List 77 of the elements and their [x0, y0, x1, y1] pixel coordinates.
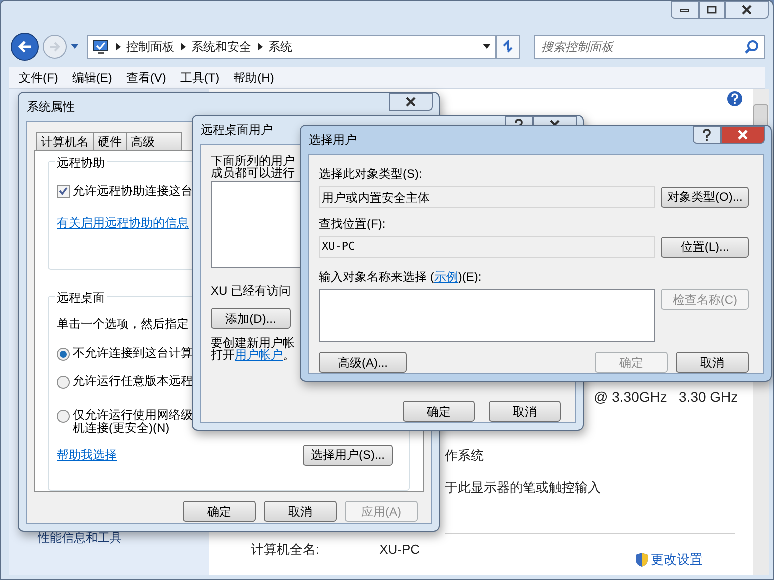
help-link[interactable]: 帮助我选择 [57, 446, 117, 464]
close-button[interactable] [389, 93, 433, 111]
address-bar[interactable]: 控制面板 系统和安全 系统 [86, 35, 496, 59]
search-field[interactable]: 搜索控制面板 [534, 35, 765, 59]
field-value: XU-PC [380, 540, 420, 558]
radio-label: 不允许连接到这台计算 [73, 346, 193, 360]
refresh-button[interactable] [496, 35, 520, 59]
account-note: 要创建新用户帐 打开用户帐户。 [211, 337, 295, 361]
breadcrumb-item[interactable]: 系统 [268, 38, 293, 56]
window-title: 系统属性 [27, 99, 75, 116]
help-button[interactable] [693, 126, 721, 144]
close-button[interactable] [725, 1, 769, 19]
shield-icon [635, 552, 649, 568]
dropdown-icon [70, 44, 79, 50]
sidebar-link[interactable]: 性能信息和工具 [38, 529, 209, 547]
window-title: 选择用户 [309, 132, 357, 149]
radio-button[interactable] [57, 410, 70, 423]
button[interactable]: 高级(A)... [319, 352, 407, 373]
chevron-icon [116, 43, 121, 51]
instruction-text: 单击一个选项，然后指定 [57, 316, 189, 333]
minimize-button[interactable] [671, 1, 699, 19]
readonly-field: 用户或内置安全主体 [319, 186, 656, 208]
processor-text: @ 3.30GHz 3.30 GHz [594, 388, 738, 407]
button[interactable]: 取消 [264, 501, 337, 522]
breadcrumb-item[interactable]: 控制面板 [126, 38, 175, 56]
minimize-icon [680, 7, 690, 13]
menu-item[interactable]: 帮助(H) [234, 68, 274, 86]
system-type-text: 作系统 [445, 447, 484, 465]
restore-icon [707, 6, 717, 14]
button[interactable]: 确定 [403, 401, 475, 422]
checkmark-icon [59, 186, 68, 196]
change-settings-link[interactable]: 更改设置 [651, 550, 703, 570]
pen-touch-text: 于此显示器的笔或触控输入 [445, 478, 601, 496]
button[interactable]: 添加(D)... [211, 308, 291, 329]
window-title: 远程桌面用户 [201, 122, 273, 139]
field-label: 输入对象名称来选择 (示例)(E): [319, 269, 483, 286]
description-text: 下面所列的用户 成员都可以进行 [211, 155, 295, 179]
button[interactable]: 取消 [676, 352, 749, 373]
control-panel-icon [92, 39, 110, 55]
forward-arrow-icon [48, 42, 61, 52]
refresh-arrows-icon [501, 40, 516, 54]
radio-label: 允许运行任意版本远程 [73, 374, 193, 388]
button[interactable]: 位置(L)... [661, 236, 749, 258]
menu-item[interactable]: 文件(F) [19, 68, 58, 86]
checkbox[interactable] [57, 184, 70, 198]
radio-button[interactable] [57, 348, 70, 361]
tab[interactable]: 计算机名 [36, 132, 94, 150]
back-button[interactable] [11, 33, 39, 61]
checkbox-label: 允许远程协助连接这台 [73, 183, 193, 200]
radio-button[interactable] [57, 376, 70, 389]
radio-label: 仅允许运行使用网络级 机连接(更安全)(N) [73, 408, 193, 435]
maximize-button[interactable] [699, 1, 725, 19]
menu-item[interactable]: 编辑(E) [72, 68, 112, 86]
name-input[interactable] [319, 289, 656, 342]
search-icon [745, 40, 759, 54]
button[interactable]: 选择用户(S)... [303, 444, 393, 466]
back-arrow-icon [18, 41, 32, 53]
dropdown-icon [483, 44, 492, 50]
example-link[interactable]: 示例 [434, 270, 458, 284]
tab[interactable]: 高级 [126, 132, 182, 150]
button[interactable]: 对象类型(O)... [661, 186, 749, 208]
button[interactable]: 取消 [489, 401, 561, 422]
close-button[interactable] [721, 126, 765, 144]
chevron-icon [258, 43, 263, 51]
readonly-field: XU-PC [319, 236, 656, 258]
info-link[interactable]: 有关启用远程协助的信息 [57, 214, 189, 232]
accounts-link[interactable]: 用户帐户 [235, 348, 283, 362]
menu-item[interactable]: 工具(T) [180, 68, 220, 86]
field-label: 选择此对象类型(S): [319, 166, 424, 183]
chevron-icon [180, 43, 186, 51]
menu-item[interactable]: 查看(V) [126, 68, 166, 86]
field-label: 查找位置(F): [319, 216, 387, 233]
access-note: XU 已经有访问 [211, 283, 292, 300]
field-label: 计算机全名: [251, 540, 320, 558]
breadcrumb-item[interactable]: 系统和安全 [192, 38, 252, 56]
tab[interactable]: 硬件 [93, 132, 127, 150]
button[interactable]: 确定 [183, 501, 256, 522]
